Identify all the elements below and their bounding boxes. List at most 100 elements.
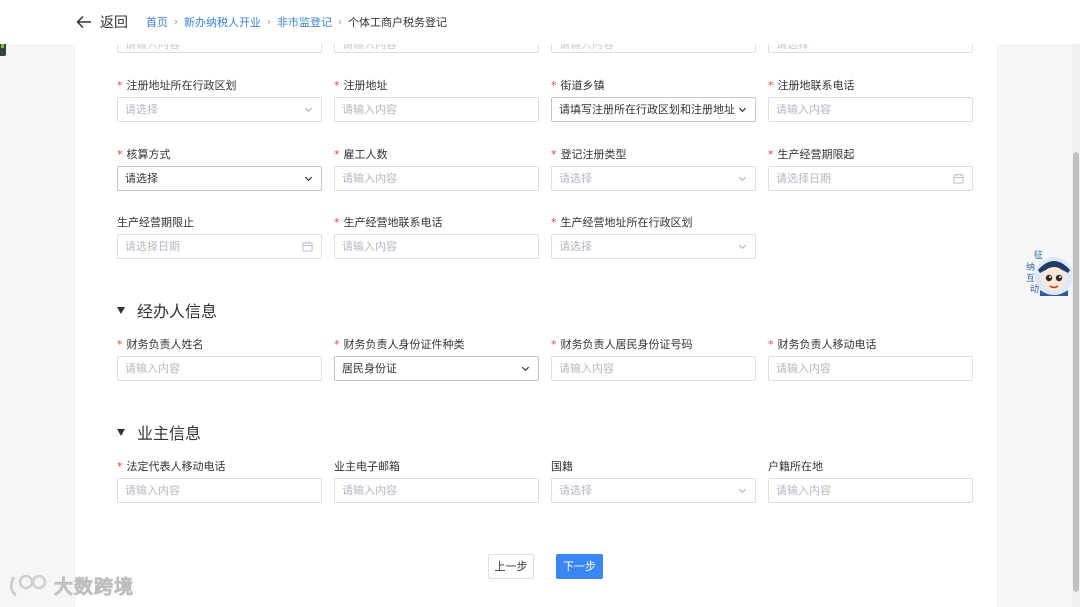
- field-label: * 生产经营期限起: [768, 147, 855, 163]
- required-asterisk: *: [117, 460, 123, 473]
- field-label: * 财务负责人身份证件种类: [334, 337, 465, 353]
- select-field[interactable]: 请填写注册所在行政区划和注册地址: [551, 97, 756, 122]
- partial-input[interactable]: 请输入内容: [117, 44, 322, 53]
- breadcrumb-new-taxpayer[interactable]: 新办纳税人开业: [184, 14, 261, 30]
- arrow-left-icon: [76, 15, 91, 29]
- section-agent-header[interactable]: 经办人信息: [117, 298, 217, 322]
- text-input[interactable]: 请输入内容: [334, 234, 539, 259]
- prev-step-button[interactable]: 上一步: [488, 554, 534, 579]
- required-asterisk: *: [334, 79, 340, 92]
- calendar-icon: [302, 241, 313, 252]
- date-picker[interactable]: 请选择日期: [768, 166, 973, 191]
- field-label: * 街道乡镇: [551, 78, 605, 94]
- required-asterisk: *: [334, 216, 340, 229]
- field-value: 请选择: [125, 172, 158, 185]
- field-label-text: 国籍: [551, 460, 573, 473]
- required-asterisk: *: [768, 79, 774, 92]
- field-placeholder: 请输入内容: [125, 484, 180, 497]
- field-label: * 生产经营地址所在行政区划: [551, 215, 693, 231]
- form-panel: [76, 44, 996, 607]
- field-label: 国籍: [551, 459, 573, 475]
- required-asterisk: *: [334, 148, 340, 161]
- field-label-text: 注册地址: [343, 79, 388, 92]
- calendar-icon: [953, 173, 964, 184]
- field-placeholder: 请输入内容: [125, 362, 180, 375]
- text-input[interactable]: 请输入内容: [117, 478, 322, 503]
- field-placeholder: 请输入内容: [559, 362, 614, 375]
- field-placeholder: 请输入内容: [559, 44, 614, 51]
- field-label: * 生产经营地联系电话: [334, 215, 443, 231]
- section-owner-header[interactable]: 业主信息: [117, 420, 201, 444]
- form-field: * 雇工人数 请输入内容: [334, 147, 539, 191]
- field-label-text: 生产经营地联系电话: [343, 216, 443, 229]
- breadcrumb: 首页 › 新办纳税人开业 › 非市监登记 › 个体工商户税务登记: [146, 14, 447, 30]
- chevron-down-icon: [738, 488, 747, 494]
- form-field: * 生产经营地址所在行政区划请选择: [551, 215, 756, 259]
- select-field[interactable]: 请选择: [117, 166, 322, 191]
- chevron-right-icon: ›: [338, 16, 342, 28]
- form-field: 户籍所在地请输入内容: [768, 459, 973, 503]
- field-placeholder: 请选择: [559, 484, 592, 497]
- text-input[interactable]: 请输入内容: [334, 97, 539, 122]
- assistant-char-1: 征: [1034, 250, 1043, 261]
- select-field[interactable]: 请选择: [551, 234, 756, 259]
- required-asterisk: *: [334, 338, 340, 351]
- watermark-text: 大数跨境: [54, 576, 135, 599]
- text-input[interactable]: 请输入内容: [768, 356, 973, 381]
- required-asterisk: *: [768, 338, 774, 351]
- field-placeholder: 请输入内容: [342, 240, 397, 253]
- assistant-widget[interactable]: 征 纳 互 动: [1024, 246, 1074, 298]
- field-label-text: 财务负责人姓名: [126, 338, 204, 351]
- form-field: * 财务负责人移动电话 请输入内容: [768, 337, 973, 381]
- field-placeholder: 请选择: [125, 103, 158, 116]
- field-label: 生产经营期限止: [117, 215, 194, 231]
- field-label-text: 生产经营地址所在行政区划: [560, 216, 693, 229]
- form-field: * 生产经营期限起请选择日期: [768, 147, 973, 191]
- partial-input[interactable]: 请输入内容: [551, 44, 756, 53]
- field-label-text: 业主电子邮箱: [334, 460, 400, 473]
- breadcrumb-current: 个体工商户税务登记: [348, 16, 447, 29]
- field-placeholder: 请输入内容: [776, 103, 831, 116]
- select-field[interactable]: 请选择: [117, 97, 322, 122]
- text-input[interactable]: 请输入内容: [334, 166, 539, 191]
- field-value: 居民身份证: [342, 362, 397, 375]
- section-owner-title: 业主信息: [137, 424, 202, 443]
- partial-input[interactable]: 请选择: [768, 44, 973, 53]
- assistant-char-2: 纳: [1026, 261, 1035, 273]
- field-label-text: 核算方式: [126, 148, 171, 161]
- field-label: * 注册地址: [334, 78, 388, 94]
- field-placeholder: 请选择: [559, 240, 592, 253]
- required-asterisk: *: [117, 79, 123, 92]
- field-placeholder: 请输入内容: [125, 44, 180, 51]
- select-field[interactable]: 请选择: [551, 166, 756, 191]
- watermark: 大数跨境: [8, 572, 134, 599]
- field-label-text: 生产经营期限起: [777, 148, 855, 161]
- date-picker[interactable]: 请选择日期: [117, 234, 322, 259]
- field-label-text: 注册地联系电话: [777, 79, 855, 92]
- partial-input[interactable]: 请输入内容: [334, 44, 539, 53]
- select-field[interactable]: 请选择: [551, 478, 756, 503]
- required-asterisk: *: [551, 338, 557, 351]
- field-label-text: 法定代表人移动电话: [126, 460, 226, 473]
- form-field: * 注册地联系电话 请输入内容: [768, 78, 973, 122]
- field-placeholder: 请输入内容: [342, 103, 397, 116]
- back-button[interactable]: 返回: [76, 12, 128, 32]
- text-input[interactable]: 请输入内容: [551, 356, 756, 381]
- form-field: 生产经营期限止请选择日期: [117, 215, 322, 259]
- breadcrumb-non-market[interactable]: 非市监登记: [277, 14, 332, 30]
- select-field[interactable]: 居民身份证: [334, 356, 539, 381]
- text-input[interactable]: 请输入内容: [334, 478, 539, 503]
- required-asterisk: *: [768, 148, 774, 161]
- next-step-button[interactable]: 下一步: [556, 554, 603, 579]
- scrollbar-thumb[interactable]: [1073, 152, 1079, 592]
- text-input[interactable]: 请输入内容: [768, 478, 973, 503]
- text-input[interactable]: 请输入内容: [768, 97, 973, 122]
- chevron-down-icon: [738, 176, 747, 182]
- form-field: * 法定代表人移动电话 请输入内容: [117, 459, 322, 503]
- breadcrumb-home[interactable]: 首页: [146, 14, 168, 30]
- caret-down-icon: [117, 428, 125, 436]
- field-placeholder: 请输入内容: [342, 172, 397, 185]
- text-input[interactable]: 请输入内容: [117, 356, 322, 381]
- field-label-text: 生产经营期限止: [117, 216, 194, 229]
- field-label-text: 户籍所在地: [768, 460, 823, 473]
